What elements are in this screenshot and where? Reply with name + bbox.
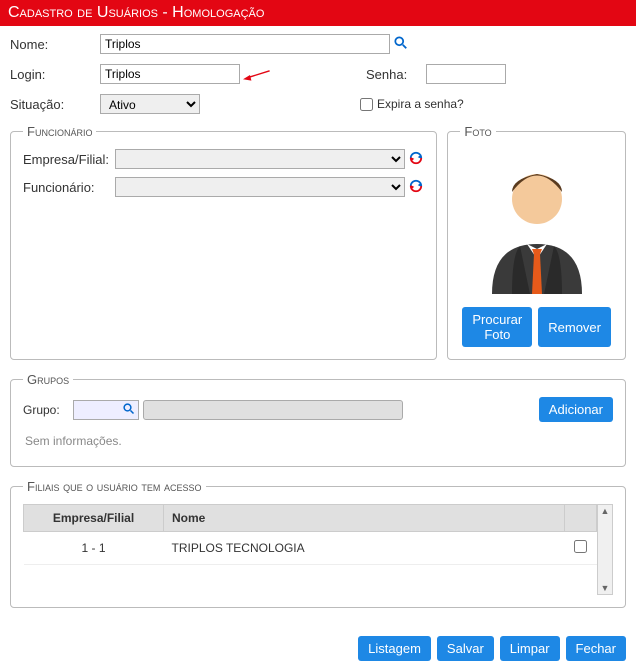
table-row: 1 - 1TRIPLOS TECNOLOGIA [24,532,597,565]
row-checkbox[interactable] [574,540,587,553]
empresa-select[interactable] [115,149,405,169]
senha-input[interactable] [426,64,506,84]
col-nome: Nome [164,505,565,532]
expira-checkbox[interactable] [360,98,373,111]
foto-legend: Foto [460,124,495,139]
grupos-legend: Grupos [23,372,73,387]
avatar [467,149,607,299]
grupo-label: Grupo: [23,403,73,417]
login-input[interactable] [100,64,240,84]
remover-foto-button[interactable]: Remover [538,307,611,347]
funcionario-label: Funcionário: [23,180,115,195]
empresa-label: Empresa/Filial: [23,152,115,167]
search-icon[interactable] [123,402,135,418]
fechar-button[interactable]: Fechar [566,636,626,661]
page-title: Cadastro de Usuários - Homologação [8,4,264,21]
col-empresa-filial: Empresa/Filial [24,505,164,532]
cell-nome: TRIPLOS TECNOLOGIA [164,532,565,565]
scroll-up-icon[interactable]: ▲ [600,505,611,517]
situacao-select[interactable]: Ativo [100,94,200,114]
annotation-arrow-icon [243,68,271,82]
filiais-legend: Filiais que o usuário tem acesso [23,479,206,494]
listagem-button[interactable]: Listagem [358,636,431,661]
login-label: Login: [10,67,100,82]
scrollbar[interactable]: ▲ ▼ [597,504,613,595]
grupo-display [143,400,403,420]
procurar-foto-button[interactable]: Procurar Foto [462,307,532,347]
filiais-table: Empresa/Filial Nome 1 - 1TRIPLOS TECNOLO… [23,504,597,565]
adicionar-button[interactable]: Adicionar [539,397,613,422]
funcionario-legend: Funcionário [23,124,96,139]
refresh-icon[interactable] [409,151,423,168]
funcionario-select[interactable] [115,177,405,197]
nome-label: Nome: [10,37,100,52]
nome-input[interactable] [100,34,390,54]
page-header: Cadastro de Usuários - Homologação [0,0,636,26]
refresh-icon[interactable] [409,179,423,196]
grupos-empty: Sem informações. [23,428,613,454]
search-icon[interactable] [394,36,408,53]
salvar-button[interactable]: Salvar [437,636,494,661]
senha-label: Senha: [366,67,426,82]
cell-ef: 1 - 1 [24,532,164,565]
scroll-down-icon[interactable]: ▼ [600,582,611,594]
expira-label: Expira a senha? [377,97,464,111]
situacao-label: Situação: [10,97,100,112]
limpar-button[interactable]: Limpar [500,636,560,661]
col-check [565,505,597,532]
